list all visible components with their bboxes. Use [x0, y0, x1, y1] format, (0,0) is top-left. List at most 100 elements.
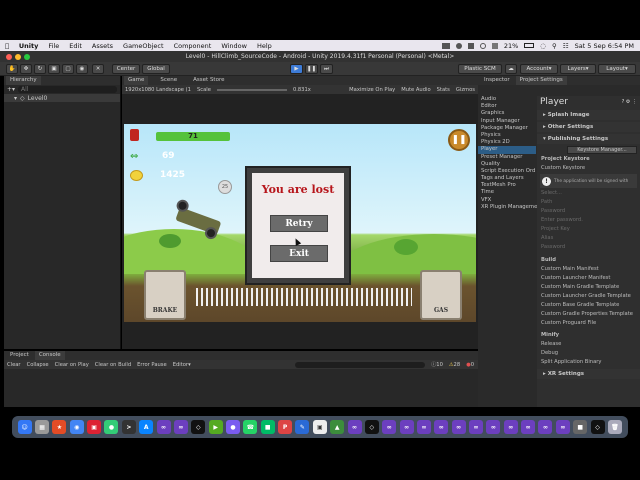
console-search-input[interactable]: [295, 361, 426, 368]
menu-edit[interactable]: Edit: [64, 42, 87, 50]
move-tool-button[interactable]: ✥: [20, 64, 32, 74]
clear-button[interactable]: Clear: [7, 362, 21, 368]
scale-slider[interactable]: [216, 88, 287, 91]
enter-password-field[interactable]: Enter password.: [537, 216, 640, 225]
visual-studio-icon[interactable]: ∞: [486, 420, 501, 434]
hierarchy-search-input[interactable]: All: [18, 86, 117, 93]
play-button[interactable]: ▶: [290, 64, 303, 74]
menu-assets[interactable]: Assets: [87, 42, 118, 50]
settings-category-item[interactable]: Package Manager: [478, 125, 536, 132]
pivot-global-button[interactable]: Global: [142, 64, 170, 74]
pause-game-button[interactable]: ❚❚: [448, 129, 470, 151]
xr-settings-foldout[interactable]: ▸ XR Settings: [537, 369, 640, 379]
build-option-checkbox[interactable]: Custom Base Gradle Template: [537, 301, 640, 310]
pause-button[interactable]: ❚❚: [305, 64, 318, 74]
settings-category-item[interactable]: Player: [478, 146, 536, 154]
battery-icon[interactable]: [524, 43, 535, 48]
android-icon[interactable]: ▲: [330, 420, 345, 434]
settings-category-item[interactable]: Time: [478, 189, 536, 196]
apple-icon[interactable]: : [0, 42, 14, 50]
status-icon[interactable]: [491, 42, 498, 49]
visual-studio-icon[interactable]: ∞: [399, 420, 414, 434]
pivot-center-button[interactable]: Center: [112, 64, 140, 74]
close-window-button[interactable]: [6, 54, 12, 60]
app-icon[interactable]: ■: [573, 420, 588, 434]
app-icon[interactable]: ▣: [87, 420, 102, 434]
visual-studio-icon[interactable]: ∞: [416, 420, 431, 434]
tab-hierarchy[interactable]: Hierarchy: [6, 76, 41, 85]
unity-icon[interactable]: ◇: [364, 420, 379, 434]
menu-unity[interactable]: Unity: [14, 42, 43, 50]
gizmos-dropdown[interactable]: Gizmos: [456, 87, 475, 93]
key-password-field[interactable]: Password: [537, 243, 640, 252]
chevron-down-icon[interactable]: ▾: [14, 95, 17, 102]
rotate-tool-button[interactable]: ↻: [34, 64, 46, 74]
tab-console[interactable]: Console: [34, 351, 65, 360]
cloud-button[interactable]: ☁: [505, 64, 517, 74]
error-pause-button[interactable]: Error Pause: [137, 362, 167, 368]
app-icon[interactable]: ✎: [295, 420, 310, 434]
clear-on-play-button[interactable]: Clear on Play: [55, 362, 89, 368]
settings-category-item[interactable]: TextMesh Pro: [478, 182, 536, 189]
hand-tool-button[interactable]: ✋: [6, 64, 18, 74]
tab-asset-store[interactable]: Asset Store: [189, 76, 228, 85]
gas-pedal-button[interactable]: GAS: [420, 270, 462, 320]
whatsapp-icon[interactable]: ☎: [243, 420, 258, 434]
step-button[interactable]: ⏭: [320, 64, 333, 74]
build-option-checkbox[interactable]: Custom Main Gradle Template: [537, 283, 640, 292]
build-option-checkbox[interactable]: Custom Launcher Gradle Template: [537, 292, 640, 301]
other-settings-foldout[interactable]: ▸ Other Settings: [537, 122, 640, 132]
layers-dropdown[interactable]: Layers ▾: [560, 64, 596, 74]
menu-component[interactable]: Component: [169, 42, 217, 50]
search-icon[interactable]: ⚲: [552, 42, 557, 50]
build-option-checkbox[interactable]: Custom Launcher Manifest: [537, 274, 640, 283]
help-icon[interactable]: ? ⚙ ⋮: [622, 99, 640, 105]
menu-help[interactable]: Help: [252, 42, 277, 50]
select-keystore-dropdown[interactable]: Select...: [537, 189, 640, 198]
visual-studio-icon[interactable]: ∞: [503, 420, 518, 434]
build-option-checkbox[interactable]: Custom Main Manifest: [537, 265, 640, 274]
app-icon[interactable]: ▣: [312, 420, 327, 434]
app-icon[interactable]: ▶: [208, 420, 223, 434]
settings-category-item[interactable]: Quality: [478, 161, 536, 168]
collapse-button[interactable]: Collapse: [27, 362, 49, 368]
account-dropdown[interactable]: Account ▾: [520, 64, 558, 74]
alias-dropdown[interactable]: Alias: [537, 234, 640, 243]
stats-toggle[interactable]: Stats: [437, 87, 450, 93]
visual-studio-icon[interactable]: ∞: [434, 420, 449, 434]
unity-icon[interactable]: ◇: [590, 420, 605, 434]
brake-pedal-button[interactable]: BRAKE: [144, 270, 186, 320]
tab-game[interactable]: Game: [124, 76, 149, 85]
tab-inspector[interactable]: Inspector: [480, 76, 514, 85]
trash-icon[interactable]: 🗑: [607, 420, 622, 434]
layout-dropdown[interactable]: Layout ▾: [598, 64, 636, 74]
custom-keystore-checkbox[interactable]: Custom Keystore: [537, 164, 640, 173]
exit-button[interactable]: Exit: [270, 245, 328, 262]
warning-count[interactable]: ⚠28: [449, 362, 460, 368]
rect-tool-button[interactable]: ▢: [62, 64, 74, 74]
chrome-icon[interactable]: ◉: [69, 420, 84, 434]
terminal-icon[interactable]: >: [121, 420, 136, 434]
visual-studio-icon[interactable]: ∞: [521, 420, 536, 434]
settings-category-item[interactable]: XR Plugin Manageme: [478, 204, 537, 211]
finder-icon[interactable]: ☺: [17, 420, 32, 434]
app-icon[interactable]: ★: [52, 420, 67, 434]
splash-image-foldout[interactable]: ▸ Splash Image: [537, 110, 640, 120]
visual-studio-icon[interactable]: ∞: [451, 420, 466, 434]
visual-studio-icon[interactable]: ∞: [156, 420, 171, 434]
settings-category-item[interactable]: VFX: [478, 197, 536, 204]
add-icon[interactable]: +▾: [7, 86, 15, 93]
settings-category-item[interactable]: Audio: [478, 96, 536, 103]
error-count[interactable]: ●0: [466, 362, 478, 368]
control-center-icon[interactable]: ☷: [563, 42, 569, 50]
status-icon[interactable]: [467, 42, 474, 49]
settings-category-item[interactable]: Preset Manager: [478, 154, 536, 161]
build-option-checkbox[interactable]: Custom Proguard File: [537, 319, 640, 328]
wifi-icon[interactable]: ◌: [540, 42, 546, 50]
status-icon[interactable]: [455, 42, 462, 49]
tab-project-settings[interactable]: Project Settings: [515, 76, 567, 85]
launchpad-icon[interactable]: ▦: [35, 420, 50, 434]
visual-studio-icon[interactable]: ∞: [382, 420, 397, 434]
app-store-icon[interactable]: A: [139, 420, 154, 434]
visual-studio-icon[interactable]: ∞: [538, 420, 553, 434]
